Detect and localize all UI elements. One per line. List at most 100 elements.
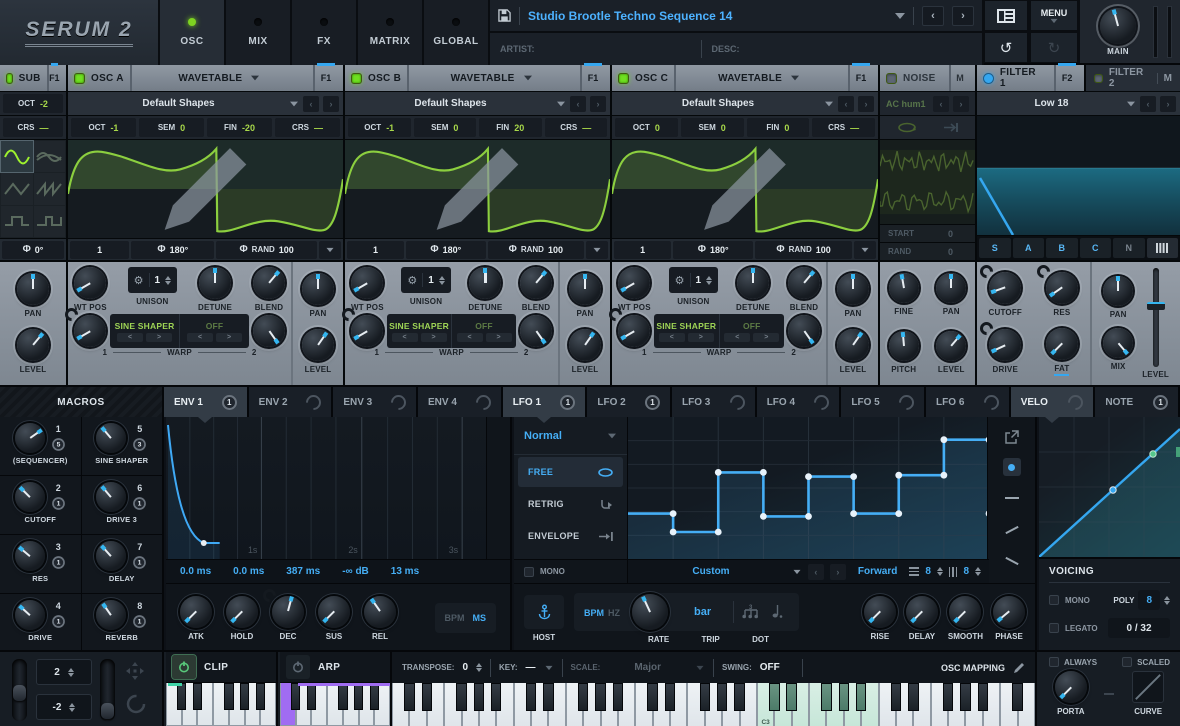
- sub-shape-2[interactable]: [1, 173, 33, 205]
- redo-button[interactable]: ↻: [1030, 32, 1078, 63]
- black-key[interactable]: [525, 683, 537, 711]
- black-key[interactable]: [734, 683, 745, 711]
- lfo-tool-rise[interactable]: [1003, 521, 1021, 539]
- mono-checkbox[interactable]: [1049, 595, 1059, 605]
- lfo-rise-knob[interactable]: [863, 595, 896, 628]
- noise-level-knob[interactable]: [936, 330, 967, 361]
- sub-shape-5[interactable]: [33, 205, 65, 237]
- macro-knob[interactable]: [14, 541, 45, 571]
- black-key[interactable]: [404, 683, 415, 711]
- wavetable-prev-button[interactable]: ‹: [303, 95, 319, 112]
- macro-knob[interactable]: [96, 600, 127, 630]
- mod-tab-lfo3[interactable]: LFO 3: [672, 387, 757, 417]
- osc-filter-route-chip[interactable]: F1: [580, 63, 604, 91]
- key-value[interactable]: —: [526, 662, 536, 673]
- warp2-next[interactable]: >: [485, 332, 512, 342]
- black-key[interactable]: [192, 683, 203, 710]
- transpose-stepper[interactable]: [476, 663, 483, 672]
- warp1-prev[interactable]: <: [658, 332, 685, 342]
- filter-fat-knob[interactable]: [1045, 327, 1078, 360]
- env-decay-value[interactable]: 387 ms: [286, 566, 320, 577]
- osc-rand-field[interactable]: Φ RAND 100: [487, 240, 584, 259]
- warp1-mode-select[interactable]: SINE SHAPER < >: [387, 314, 451, 348]
- osc-wavetable-select[interactable]: Default Shapes: [72, 98, 285, 109]
- osc-level-knob[interactable]: [569, 329, 601, 361]
- noise-sample-name[interactable]: AC hum1: [886, 99, 929, 109]
- wavetable-next-button[interactable]: ›: [590, 95, 606, 112]
- osc-phase-field[interactable]: Φ 180°: [673, 240, 754, 259]
- legato-checkbox[interactable]: [1049, 623, 1059, 633]
- noise-oneshot-icon[interactable]: [943, 122, 959, 133]
- osc-blend-knob[interactable]: [252, 267, 285, 299]
- preset-name[interactable]: Studio Brootle Techno Sequence 14: [528, 9, 887, 23]
- filter-mix-knob[interactable]: [1103, 328, 1134, 359]
- env-sustain-value[interactable]: -∞ dB: [342, 566, 369, 577]
- noise-mute-button[interactable]: M: [949, 65, 969, 91]
- lfo-host-button[interactable]: [524, 594, 564, 629]
- lfo-bpm-hz-toggle[interactable]: BPM HZ: [584, 603, 620, 621]
- black-key[interactable]: [353, 683, 364, 710]
- black-key[interactable]: [338, 683, 348, 710]
- noise-loop-icon[interactable]: [896, 122, 918, 133]
- tab-global[interactable]: GLOBAL: [424, 0, 490, 65]
- osc-waveform-display[interactable]: [612, 139, 878, 238]
- black-key[interactable]: [838, 683, 850, 711]
- lfo-tool-fall[interactable]: [1003, 552, 1021, 570]
- osc-sem-field[interactable]: SEM 0: [139, 118, 204, 137]
- noise-enable-led[interactable]: [886, 72, 897, 84]
- lfo-rate-knob[interactable]: [632, 593, 668, 630]
- lfo-phase-knob[interactable]: [993, 595, 1025, 628]
- env-attack-value[interactable]: 0.0 ms: [180, 566, 211, 577]
- porta-always-checkbox[interactable]: [1049, 657, 1059, 667]
- osc-oct-field[interactable]: OCT 0: [615, 118, 678, 137]
- osc-sem-field[interactable]: SEM 0: [680, 118, 744, 137]
- env-bpm-option[interactable]: BPM: [445, 613, 465, 623]
- osc-phase-dropdown-icon[interactable]: [854, 240, 876, 259]
- env-display[interactable]: 1s 2s 3s: [166, 417, 510, 559]
- env-hold-value[interactable]: 0.0 ms: [233, 566, 264, 577]
- filter2-tab[interactable]: FILTER 2 M: [1084, 65, 1180, 91]
- warp2-next[interactable]: >: [216, 332, 242, 342]
- filter-route-comb-button[interactable]: [1146, 238, 1178, 258]
- warp2-mode-select[interactable]: OFF < >: [720, 314, 785, 348]
- osc-fin-field[interactable]: FIN 0: [746, 118, 810, 137]
- filter-res-knob[interactable]: [1034, 261, 1078, 304]
- sub-oct-field[interactable]: OCT -2: [3, 94, 63, 113]
- osc-level-knob[interactable]: [837, 329, 869, 361]
- porta-knob[interactable]: [1054, 671, 1087, 703]
- warp2-prev[interactable]: <: [724, 332, 751, 342]
- wavetable-next-button[interactable]: ›: [858, 95, 874, 112]
- macro-knob[interactable]: [14, 482, 45, 512]
- gear-icon[interactable]: ⚙: [407, 274, 417, 287]
- lfo-grid-cols-stepper[interactable]: [975, 567, 981, 576]
- lfo-shape-prev-button[interactable]: ‹: [807, 563, 824, 580]
- tab-fx[interactable]: FX: [292, 0, 358, 65]
- warp1-mode-select[interactable]: SINE SHAPER < >: [110, 314, 179, 348]
- lfo-expand-icon[interactable]: [1004, 429, 1019, 445]
- filter-next-button[interactable]: ›: [1160, 95, 1176, 112]
- poly-value[interactable]: 8: [1138, 590, 1160, 610]
- main-volume-knob[interactable]: [1100, 7, 1136, 44]
- lfo-tool-flat[interactable]: [1003, 489, 1021, 507]
- mod-tab-env4[interactable]: ENV 4: [418, 387, 503, 417]
- lfo-shape-display[interactable]: [628, 417, 989, 559]
- sub-crs-field[interactable]: CRS —: [3, 118, 63, 137]
- mod-tab-env3[interactable]: ENV 3: [333, 387, 419, 417]
- macro-knob[interactable]: [96, 482, 127, 512]
- sub-shape-1[interactable]: [33, 141, 65, 173]
- filter-pan-knob[interactable]: [1103, 275, 1134, 306]
- bend-down-stepper[interactable]: -2: [36, 694, 92, 720]
- move-icon[interactable]: [126, 662, 144, 680]
- env-rel-knob[interactable]: [364, 595, 396, 628]
- preset-next-button[interactable]: ›: [952, 5, 974, 26]
- mod-tab-env1[interactable]: ENV 1 1: [164, 387, 249, 423]
- osc-waveform-display[interactable]: [68, 139, 343, 238]
- black-key[interactable]: [890, 683, 902, 711]
- black-key[interactable]: [647, 683, 658, 711]
- porta-curve-editor[interactable]: [1132, 671, 1165, 703]
- mod-tab-velo[interactable]: VELO: [1010, 387, 1096, 423]
- mod-tab-lfo4[interactable]: LFO 4: [756, 387, 842, 417]
- wavetable-dropdown-icon[interactable]: [290, 101, 298, 106]
- osc-wt-index[interactable]: 1: [614, 240, 672, 259]
- osc-warp2-knob[interactable]: [253, 315, 285, 347]
